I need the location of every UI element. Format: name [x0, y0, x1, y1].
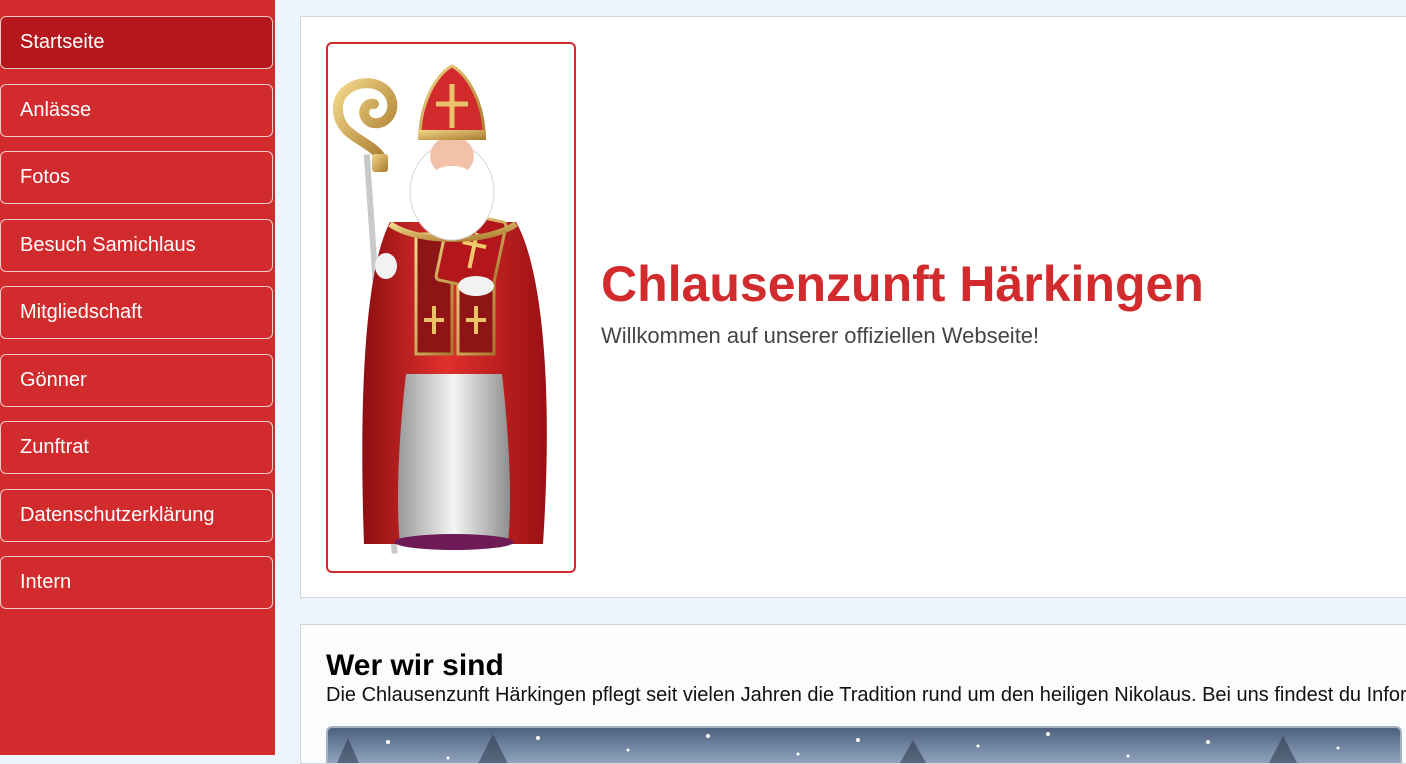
sidebar-item-datenschutzerklaerung[interactable]: Datenschutzerklärung: [0, 489, 273, 542]
saint-nicholas-image: [326, 42, 576, 573]
sidebar-item-intern[interactable]: Intern: [0, 556, 273, 609]
site-title: Chlausenzunft Härkingen: [601, 256, 1204, 312]
sidebar-item-goenner[interactable]: Gönner: [0, 354, 273, 407]
winter-forest-image: [326, 726, 1402, 763]
sidebar-item-besuch-samichlaus[interactable]: Besuch Samichlaus: [0, 219, 273, 272]
sidebar-item-fotos[interactable]: Fotos: [0, 151, 273, 204]
sidebar-item-anlaesse[interactable]: Anlässe: [0, 84, 273, 137]
sidebar-item-zunftrat[interactable]: Zunftrat: [0, 421, 273, 474]
sidebar-item-startseite[interactable]: Startseite: [0, 16, 273, 69]
sidebar-item-mitgliedschaft[interactable]: Mitgliedschaft: [0, 286, 273, 339]
hero-card: Chlausenzunft Härkingen Willkommen auf u…: [300, 16, 1406, 598]
about-card: Wer wir sind Die Chlausenzunft Härkingen…: [300, 624, 1406, 764]
site-subtitle: Willkommen auf unserer offiziellen Webse…: [601, 323, 1040, 348]
about-heading: Wer wir sind: [326, 649, 504, 682]
sidebar: Startseite Anlässe Fotos Besuch Samichla…: [0, 0, 275, 755]
about-text: Die Chlausenzunft Härkingen pflegt seit …: [326, 684, 1406, 706]
